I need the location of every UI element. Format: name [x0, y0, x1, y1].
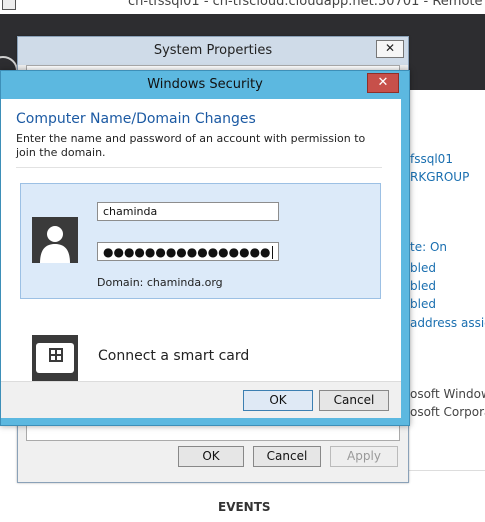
system-properties-apply-button[interactable]: Apply	[330, 446, 398, 467]
system-properties-titlebar: System Properties ✕	[18, 37, 408, 65]
text-caret	[271, 246, 273, 259]
remote-desktop-title: ch-tfssql01 - ch-tfscloud.cloudapp.net:5…	[128, 0, 485, 9]
heading-divider	[16, 167, 382, 168]
computer-name-link[interactable]: fssql01	[410, 152, 453, 166]
security-ok-button[interactable]: OK	[243, 390, 313, 411]
security-cancel-button[interactable]: Cancel	[319, 390, 389, 411]
events-heading: EVENTS	[218, 500, 271, 514]
password-input[interactable]: ●●●●●●●●●●●●●●●●	[97, 242, 279, 261]
dialog-instruction: Enter the name and password of an accoun…	[16, 132, 366, 159]
windows-security-dialog: Windows Security ✕ Computer Name/Domain …	[0, 70, 410, 426]
domain-label: Domain: chaminda.org	[97, 276, 223, 289]
smart-card-icon[interactable]	[32, 335, 78, 381]
password-mask: ●●●●●●●●●●●●●●●●	[103, 245, 271, 259]
workgroup-link[interactable]: RKGROUP	[410, 170, 469, 184]
remote-desktop-link[interactable]: bled	[410, 279, 436, 293]
username-input[interactable]: chaminda	[97, 202, 279, 221]
windows-security-body: Computer Name/Domain Changes Enter the n…	[1, 99, 401, 381]
system-properties-cancel-button[interactable]: Cancel	[253, 446, 321, 467]
system-properties-ok-button[interactable]: OK	[178, 446, 244, 467]
os-version-text: osoft Windows	[410, 387, 485, 401]
system-properties-title: System Properties	[153, 43, 273, 58]
smart-card-option[interactable]: Connect a smart card	[98, 348, 249, 364]
hardware-info-text: osoft Corporati	[410, 405, 485, 419]
windows-security-close-button[interactable]: ✕	[367, 73, 399, 93]
remote-mgmt-link[interactable]: bled	[410, 261, 436, 275]
user-silhouette-icon	[32, 217, 78, 263]
system-properties-close-button[interactable]: ✕	[376, 40, 404, 58]
nic-teaming-link[interactable]: bled	[410, 297, 436, 311]
ethernet-link[interactable]: address assign	[410, 316, 485, 330]
remote-desktop-title-bar: ch-tfssql01 - ch-tfscloud.cloudapp.net:5…	[0, 0, 485, 14]
server-manager-properties-panel: fssql01 RKGROUP te: On bled bled bled ad…	[400, 90, 485, 522]
dialog-heading: Computer Name/Domain Changes	[16, 111, 256, 127]
windows-security-title: Windows Security	[147, 77, 263, 92]
firewall-status-link[interactable]: te: On	[410, 240, 447, 254]
remote-desktop-app-icon	[2, 0, 16, 10]
windows-security-footer: OK Cancel	[1, 381, 401, 418]
credential-tile[interactable]: chaminda ●●●●●●●●●●●●●●●● Domain: chamin…	[20, 183, 381, 299]
